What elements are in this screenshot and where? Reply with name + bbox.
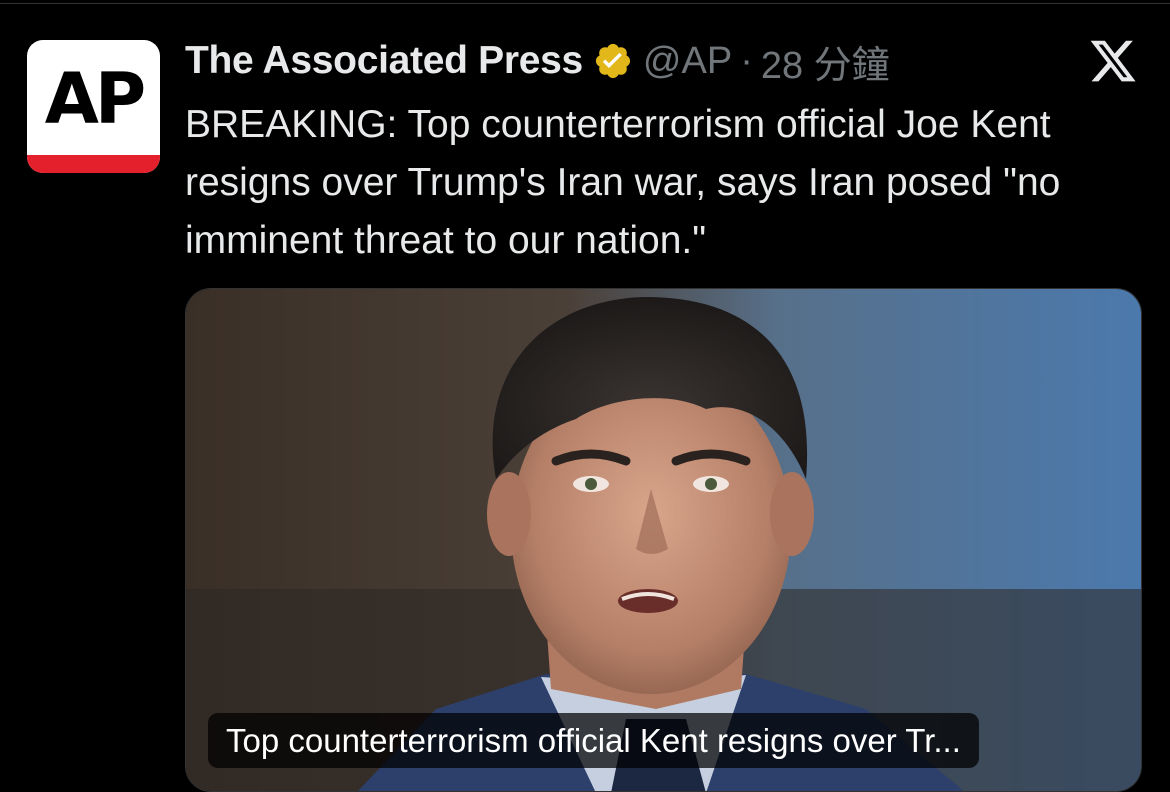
display-name[interactable]: The Associated Press [185, 39, 583, 83]
timestamp[interactable]: 28 分鐘 [761, 34, 890, 89]
separator-dot: · [740, 39, 753, 82]
account-handle[interactable]: @AP [643, 40, 732, 83]
link-card-caption[interactable]: Top counterterrorism official Kent resig… [208, 713, 979, 768]
tweet-header: The Associated Press @AP · 28 分鐘 [185, 38, 890, 87]
media-card[interactable]: Top counterterrorism official Kent resig… [185, 288, 1142, 792]
tweet[interactable]: AP The Associated Press @AP · 28 分鐘 BREA… [0, 0, 1170, 792]
avatar[interactable]: AP [27, 40, 160, 173]
x-logo-icon[interactable] [1088, 36, 1138, 86]
avatar-logo-text: AP [44, 58, 146, 140]
verified-badge-icon[interactable] [593, 41, 633, 81]
avatar-red-bar [27, 155, 160, 173]
tweet-text: BREAKING: Top counterterrorism official … [185, 103, 1061, 262]
